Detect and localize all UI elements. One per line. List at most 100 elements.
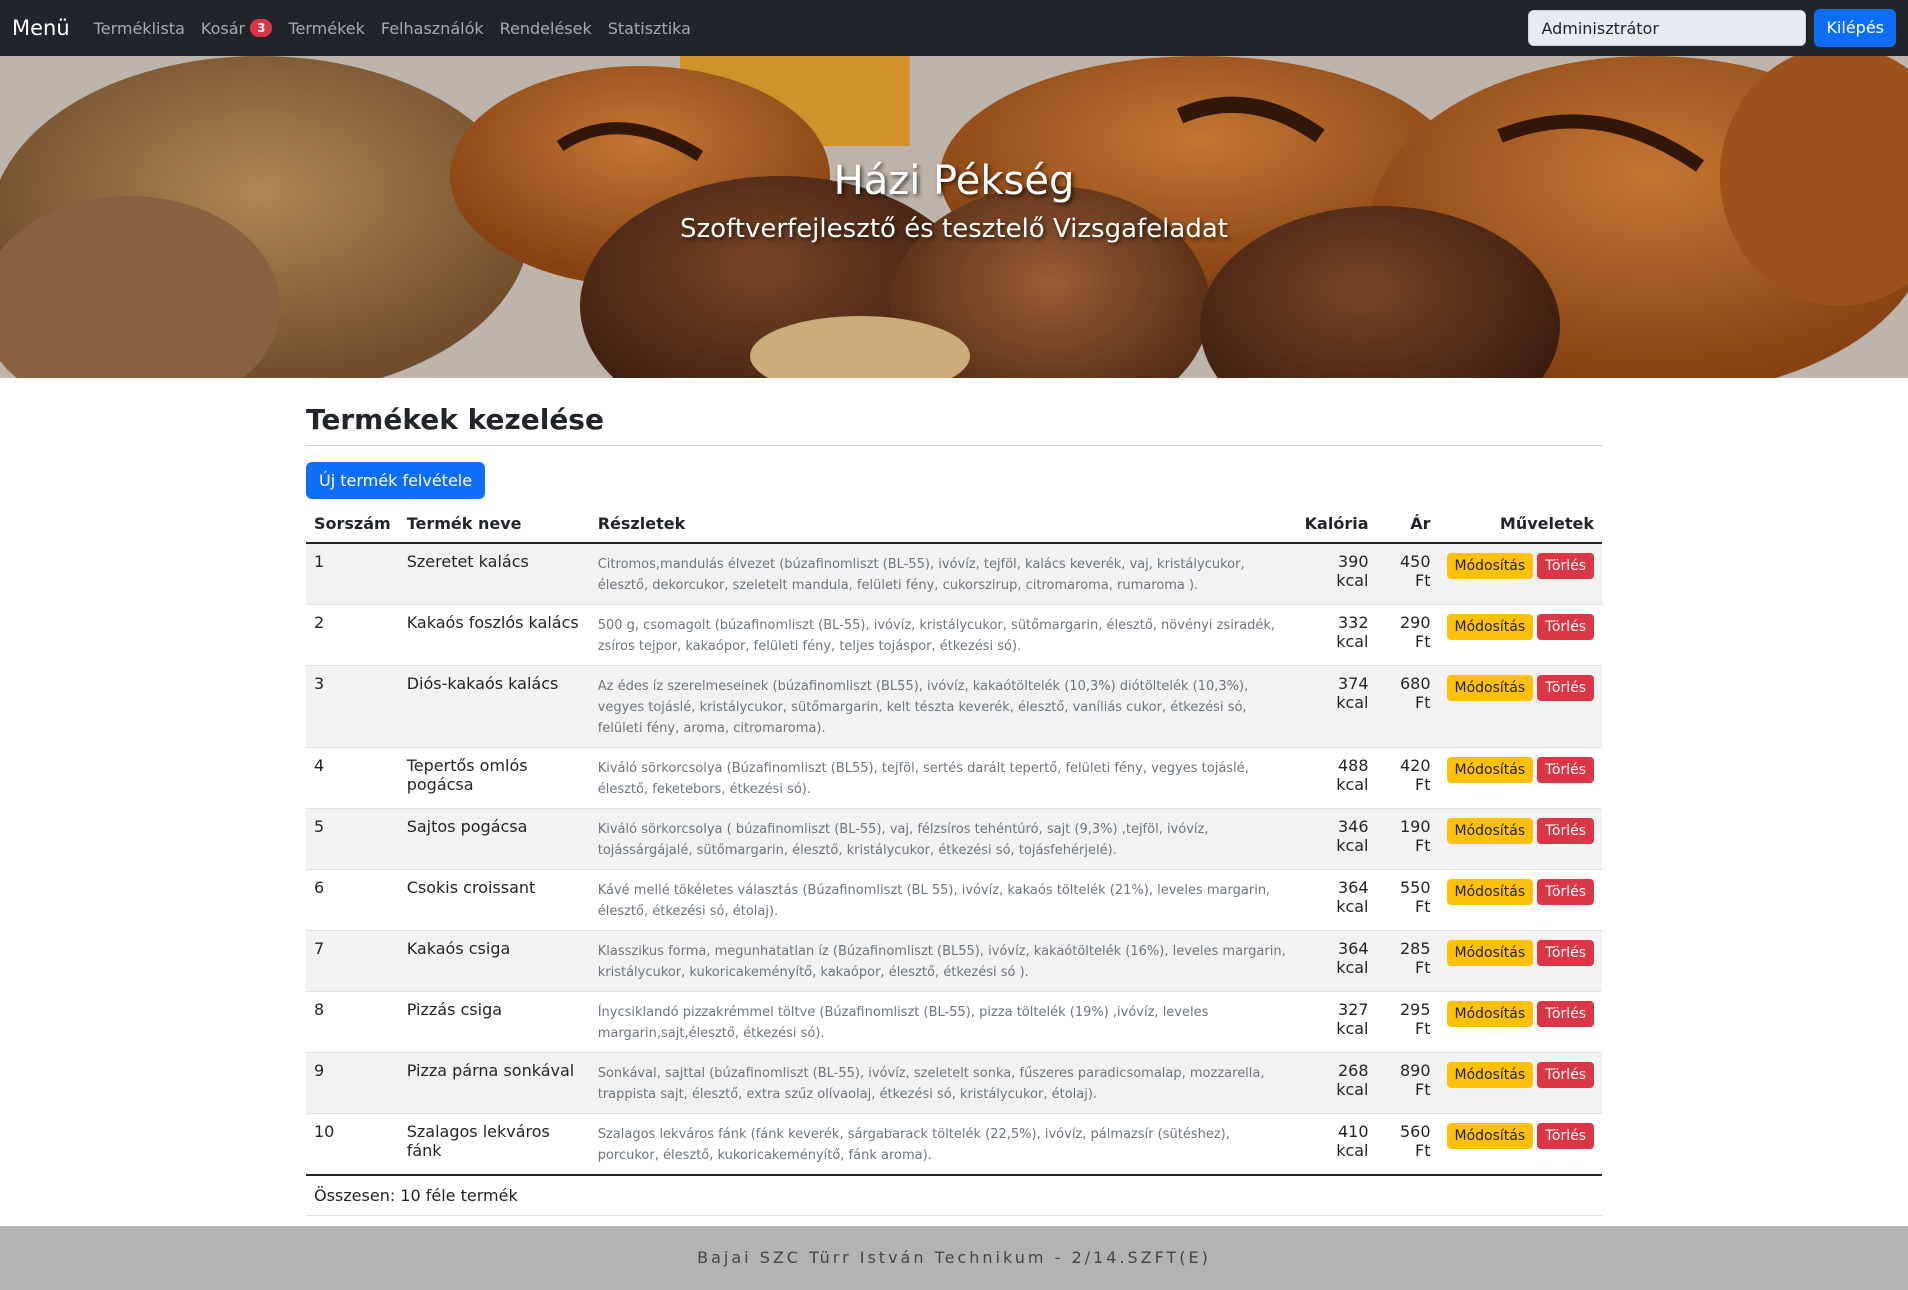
- row-actions: Módosítás Törlés: [1438, 808, 1602, 870]
- product-name: Kakaós csiga: [398, 930, 590, 992]
- row-number: 1: [306, 543, 399, 605]
- table-row: 4 Tepertős omlós pogácsa Kiváló sörkorcsol…: [306, 747, 1602, 809]
- product-name: Tepertős omlós pogácsa: [398, 747, 590, 809]
- nav-link-termeklista[interactable]: Terméklista: [94, 19, 185, 38]
- delete-button[interactable]: Törlés: [1537, 940, 1594, 966]
- modify-button[interactable]: Módosítás: [1446, 1123, 1534, 1149]
- product-price: 295 Ft: [1376, 991, 1439, 1053]
- product-price: 560 Ft: [1376, 1113, 1439, 1176]
- navbar-user-area: Adminisztrátor Kilépés: [1528, 9, 1896, 47]
- product-price: 420 Ft: [1376, 747, 1439, 809]
- product-calories: 488 kcal: [1296, 747, 1377, 809]
- product-calories: 332 kcal: [1296, 604, 1377, 666]
- product-calories: 410 kcal: [1296, 1113, 1377, 1176]
- nav-link-felhasznalok[interactable]: Felhasználók: [381, 19, 484, 38]
- modify-button[interactable]: Módosítás: [1446, 675, 1534, 701]
- product-name: Szalagos lekváros fánk: [398, 1113, 590, 1176]
- title-divider: [306, 445, 1602, 446]
- product-calories: 390 kcal: [1296, 543, 1377, 605]
- product-details: Ínycsiklandó pizzakrémmel töltve (Búzafi…: [589, 991, 1297, 1053]
- col-header-reszletek: Részletek: [589, 505, 1297, 544]
- product-details: Kiváló sörkorcsolya (Búzafinomliszt (BL5…: [589, 747, 1297, 809]
- product-details: Az édes íz szerelmeseinek (búzafinomlisz…: [589, 665, 1297, 748]
- hero-banner: Házi Pékség Szoftverfejlesztő és tesztel…: [0, 56, 1908, 378]
- product-details: Klasszikus forma, megunhatatlan íz (Búza…: [589, 930, 1297, 992]
- delete-button[interactable]: Törlés: [1537, 1062, 1594, 1088]
- new-product-button[interactable]: Új termék felvétele: [306, 462, 486, 499]
- modify-button[interactable]: Módosítás: [1446, 879, 1534, 905]
- product-price: 190 Ft: [1376, 808, 1439, 870]
- delete-button[interactable]: Törlés: [1537, 614, 1594, 640]
- table-row: 5 Sajtos pogácsa Kiváló sörkorcsolya ( búz…: [306, 808, 1602, 870]
- col-header-termek-neve: Termék neve: [398, 505, 590, 544]
- delete-button[interactable]: Törlés: [1537, 818, 1594, 844]
- modify-button[interactable]: Módosítás: [1446, 1001, 1534, 1027]
- table-row: 9 Pizza párna sonkával Sonkával, sajttal (…: [306, 1052, 1602, 1114]
- row-number: 10: [306, 1113, 399, 1176]
- navbar-brand[interactable]: Menü: [12, 16, 70, 40]
- product-details: Kávé mellé tökéletes választás (Búzafino…: [589, 869, 1297, 931]
- nav-link-termekek[interactable]: Termékek: [288, 19, 364, 38]
- modify-button[interactable]: Módosítás: [1446, 1062, 1534, 1088]
- product-details: Sonkával, sajttal (búzafinomliszt (BL-55…: [589, 1052, 1297, 1114]
- product-details: 500 g, csomagolt (búzafinomliszt (BL-55)…: [589, 604, 1297, 666]
- nav-link-rendelesek[interactable]: Rendelések: [500, 19, 592, 38]
- delete-button[interactable]: Törlés: [1537, 757, 1594, 783]
- nav-link-kosar[interactable]: Kosár 3: [201, 19, 273, 38]
- logout-button[interactable]: Kilépés: [1814, 9, 1896, 47]
- product-price: 890 Ft: [1376, 1052, 1439, 1114]
- table-row: 8 Pizzás csiga Ínycsiklandó pizzakrémmel t…: [306, 991, 1602, 1053]
- product-calories: 346 kcal: [1296, 808, 1377, 870]
- row-actions: Módosítás Törlés: [1438, 1052, 1602, 1114]
- row-number: 8: [306, 991, 399, 1053]
- modify-button[interactable]: Módosítás: [1446, 614, 1534, 640]
- row-actions: Módosítás Törlés: [1438, 604, 1602, 666]
- col-header-sorszam: Sorszám: [306, 505, 399, 544]
- table-row: 3 Diós-kakaós kalács Az édes íz szerelmese…: [306, 665, 1602, 748]
- product-calories: 374 kcal: [1296, 665, 1377, 748]
- product-calories: 268 kcal: [1296, 1052, 1377, 1114]
- row-number: 7: [306, 930, 399, 992]
- delete-button[interactable]: Törlés: [1537, 553, 1594, 579]
- row-actions: Módosítás Törlés: [1438, 930, 1602, 992]
- product-name: Kakaós foszlós kalács: [398, 604, 590, 666]
- table-footer-row: Összesen: 10 féle termék: [306, 1174, 1602, 1216]
- page-title: Termékek kezelése: [306, 403, 604, 436]
- product-name: Sajtos pogácsa: [398, 808, 590, 870]
- main-content: Termékek kezelése Új termék felvétele So…: [306, 378, 1602, 1216]
- modify-button[interactable]: Módosítás: [1446, 818, 1534, 844]
- product-price: 285 Ft: [1376, 930, 1439, 992]
- nav-link-statisztika[interactable]: Statisztika: [608, 19, 691, 38]
- delete-button[interactable]: Törlés: [1537, 1123, 1594, 1149]
- product-name: Pizza párna sonkával: [398, 1052, 590, 1114]
- table-row: 6 Csokis croissant Kávé mellé tökéletes vá…: [306, 869, 1602, 931]
- delete-button[interactable]: Törlés: [1537, 675, 1594, 701]
- table-header-row: Sorszám Termék neve Részletek Kalória Ár…: [306, 505, 1602, 544]
- row-actions: Módosítás Törlés: [1438, 543, 1602, 605]
- cart-count-badge: 3: [250, 19, 273, 37]
- delete-button[interactable]: Törlés: [1537, 1001, 1594, 1027]
- row-actions: Módosítás Törlés: [1438, 747, 1602, 809]
- product-calories: 364 kcal: [1296, 869, 1377, 931]
- col-header-muveletek: Műveletek: [1438, 505, 1602, 544]
- product-name: Szeretet kalács: [398, 543, 590, 605]
- modify-button[interactable]: Módosítás: [1446, 757, 1534, 783]
- product-calories: 364 kcal: [1296, 930, 1377, 992]
- product-price: 450 Ft: [1376, 543, 1439, 605]
- row-number: 6: [306, 869, 399, 931]
- row-actions: Módosítás Törlés: [1438, 991, 1602, 1053]
- row-actions: Módosítás Törlés: [1438, 869, 1602, 931]
- delete-button[interactable]: Törlés: [1537, 879, 1594, 905]
- product-calories: 327 kcal: [1296, 991, 1377, 1053]
- modify-button[interactable]: Módosítás: [1446, 940, 1534, 966]
- col-header-ar: Ár: [1376, 505, 1439, 544]
- products-table: Sorszám Termék neve Részletek Kalória Ár…: [306, 505, 1602, 1216]
- table-row: 1 Szeretet kalács Citromos,mandulás élveze…: [306, 543, 1602, 605]
- product-price: 290 Ft: [1376, 604, 1439, 666]
- modify-button[interactable]: Módosítás: [1446, 553, 1534, 579]
- table-row: 2 Kakaós foszlós kalács 500 g, csomagolt (…: [306, 604, 1602, 666]
- row-number: 4: [306, 747, 399, 809]
- hero-title: Házi Pékség: [833, 158, 1075, 204]
- product-details: Szalagos lekváros fánk (fánk keverék, sá…: [589, 1113, 1297, 1176]
- row-number: 3: [306, 665, 399, 748]
